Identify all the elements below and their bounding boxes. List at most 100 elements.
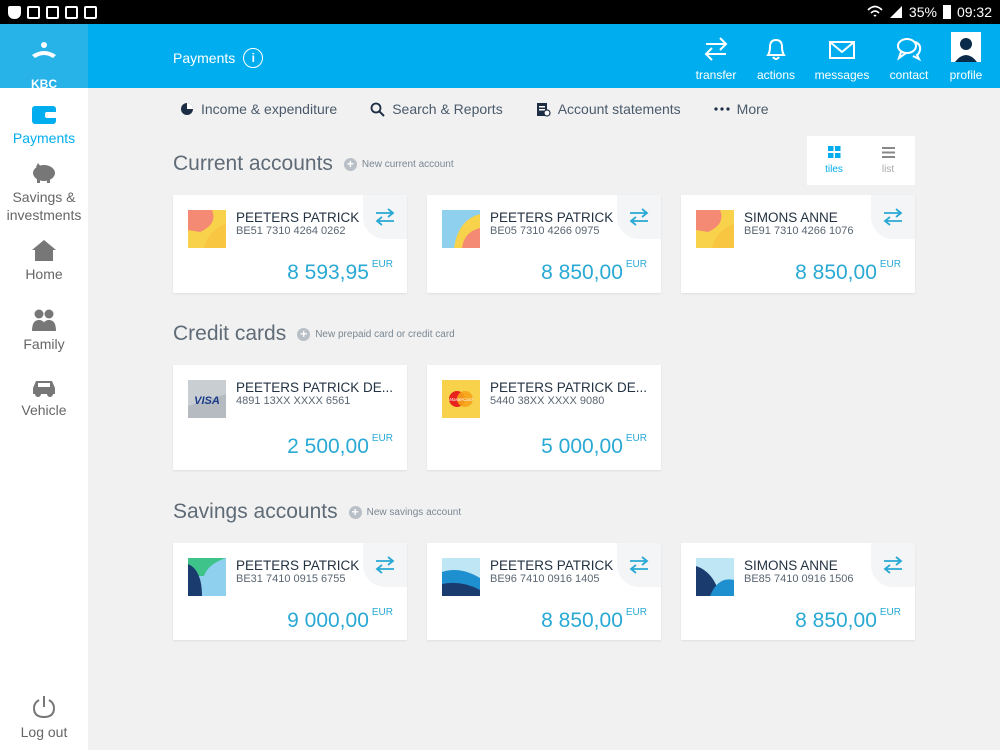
- tiles-icon: [827, 146, 840, 158]
- account-card[interactable]: PEETERS PATRICK BE51 7310 4264 0262 8 59…: [173, 195, 407, 293]
- weather-icon: [65, 5, 78, 19]
- info-icon[interactable]: i: [243, 48, 264, 68]
- list-icon: [881, 146, 895, 158]
- account-balance: 8 593,95 EUR: [287, 259, 393, 284]
- kbc-logo[interactable]: KBC: [0, 24, 88, 91]
- card-holder-name: PEETERS PATRICK DE...: [490, 380, 648, 395]
- battery-percent: 35%: [908, 4, 937, 20]
- pie-chart-icon: [181, 103, 193, 115]
- account-balance: 8 850,00 EUR: [541, 607, 647, 632]
- sidebar-item-home[interactable]: Home: [0, 238, 88, 282]
- sidebar-item-family[interactable]: Family: [0, 308, 88, 352]
- kbc-man-icon: [32, 42, 56, 58]
- subnav-more[interactable]: More: [714, 98, 769, 120]
- account-balance: 9 000,00 EUR: [287, 607, 393, 632]
- svg-text:MasterCard: MasterCard: [449, 397, 473, 402]
- transfer-button[interactable]: transfer: [686, 24, 746, 88]
- sidebar: Payments Savings & investments Home Fami…: [0, 88, 88, 750]
- sidebar-item-vehicle[interactable]: Vehicle: [0, 378, 88, 418]
- transfer-icon: [629, 556, 649, 574]
- transfer-shortcut-button[interactable]: [617, 543, 661, 587]
- credit-card[interactable]: MasterCard PEETERS PATRICK DE... 5440 38…: [427, 365, 661, 470]
- section-savings-accounts: Savings accounts + New savings account: [173, 500, 461, 524]
- transfer-shortcut-button[interactable]: [617, 195, 661, 239]
- sub-navigation: Income & expenditure Search & Reports Ac…: [180, 98, 802, 120]
- account-number: BE85 7410 0916 1506: [744, 573, 854, 585]
- account-card[interactable]: PEETERS PATRICK BE05 7310 4266 0975 8 85…: [427, 195, 661, 293]
- transfer-shortcut-button[interactable]: [363, 195, 407, 239]
- account-number: BE51 7310 4264 0262: [236, 225, 346, 237]
- account-thumbnail: [442, 558, 480, 596]
- transfer-icon: [883, 208, 903, 226]
- svg-text:VISA: VISA: [194, 395, 220, 407]
- bell-icon: [766, 38, 786, 60]
- mastercard-icon: MasterCard: [442, 380, 480, 418]
- account-number: BE91 7310 4266 1076: [744, 225, 854, 237]
- account-thumbnail: [442, 210, 480, 248]
- new-current-account-link[interactable]: + New current account: [343, 157, 454, 171]
- section-credit-cards: Credit cards + New prepaid card or credi…: [173, 322, 455, 346]
- account-name: PEETERS PATRICK: [490, 558, 614, 573]
- sidebar-item-payments[interactable]: Payments: [0, 104, 88, 146]
- transfer-icon: [704, 37, 728, 61]
- new-credit-card-link[interactable]: + New prepaid card or credit card: [297, 327, 455, 341]
- actions-button[interactable]: actions: [746, 24, 806, 88]
- view-list-button[interactable]: list: [861, 136, 915, 185]
- subnav-search-reports[interactable]: Search & Reports: [370, 98, 503, 120]
- account-card[interactable]: SIMONS ANNE BE91 7310 4266 1076 8 850,00…: [681, 195, 915, 293]
- card-number: 4891 13XX XXXX 6561: [236, 395, 351, 407]
- family-icon: [32, 309, 56, 331]
- contact-button[interactable]: contact: [878, 24, 940, 88]
- account-number: BE05 7310 4266 0975: [490, 225, 600, 237]
- transfer-shortcut-button[interactable]: [871, 543, 915, 587]
- transfer-shortcut-button[interactable]: [871, 195, 915, 239]
- envelope-icon: [829, 41, 855, 59]
- card-number: 5440 38XX XXXX 9080: [490, 395, 605, 407]
- section-current-accounts: Current accounts + New current account: [173, 152, 454, 176]
- credit-card[interactable]: VISA PEETERS PATRICK DE... 4891 13XX XXX…: [173, 365, 407, 470]
- gallery-icon: [46, 5, 59, 19]
- section-title: Current accounts: [173, 152, 333, 175]
- top-bar: Payments i transfer actions messages con…: [88, 24, 1000, 88]
- account-name: SIMONS ANNE: [744, 558, 838, 573]
- card-limit: 5 000,00 EUR: [541, 433, 647, 458]
- new-savings-account-link[interactable]: + New savings account: [348, 505, 461, 519]
- subnav-income-expenditure[interactable]: Income & expenditure: [180, 98, 337, 120]
- account-name: PEETERS PATRICK: [236, 558, 360, 573]
- plus-icon: +: [343, 157, 357, 171]
- clock: 09:32: [956, 4, 992, 20]
- view-tiles-button[interactable]: tiles: [807, 136, 861, 185]
- plus-icon: +: [348, 505, 362, 519]
- subnav-account-statements[interactable]: Account statements: [536, 98, 681, 120]
- battery-icon: [942, 5, 951, 19]
- more-dots-icon: [714, 107, 730, 111]
- transfer-shortcut-button[interactable]: [363, 543, 407, 587]
- search-icon: [370, 102, 385, 117]
- profile-button[interactable]: profile: [940, 24, 992, 88]
- account-name: PEETERS PATRICK: [236, 210, 360, 225]
- logout-button[interactable]: Log out: [0, 694, 88, 740]
- sidebar-item-savings[interactable]: Savings & investments: [0, 162, 88, 224]
- section-title: Credit cards: [173, 322, 287, 345]
- account-name: SIMONS ANNE: [744, 210, 838, 225]
- account-balance: 8 850,00 EUR: [541, 259, 647, 284]
- transfer-icon: [629, 208, 649, 226]
- piggy-bank-icon: [33, 163, 55, 183]
- account-balance: 8 850,00 EUR: [795, 259, 901, 284]
- savings-card[interactable]: SIMONS ANNE BE85 7410 0916 1506 8 850,00…: [681, 543, 915, 640]
- chat-icon: [897, 38, 922, 62]
- account-thumbnail: [188, 210, 226, 248]
- power-icon: [32, 696, 56, 719]
- transfer-icon: [375, 208, 395, 226]
- account-thumbnail: [696, 210, 734, 248]
- page-title: Payments: [173, 50, 236, 66]
- image-icon: [27, 5, 40, 19]
- messages-button[interactable]: messages: [806, 24, 878, 88]
- savings-card[interactable]: PEETERS PATRICK BE31 7410 0915 6755 9 00…: [173, 543, 407, 640]
- account-thumbnail: [188, 558, 226, 596]
- account-thumbnail: [696, 558, 734, 596]
- savings-card[interactable]: PEETERS PATRICK BE96 7410 0916 1405 8 85…: [427, 543, 661, 640]
- visa-card-icon: VISA: [188, 380, 226, 418]
- account-balance: 8 850,00 EUR: [795, 607, 901, 632]
- account-name: PEETERS PATRICK: [490, 210, 614, 225]
